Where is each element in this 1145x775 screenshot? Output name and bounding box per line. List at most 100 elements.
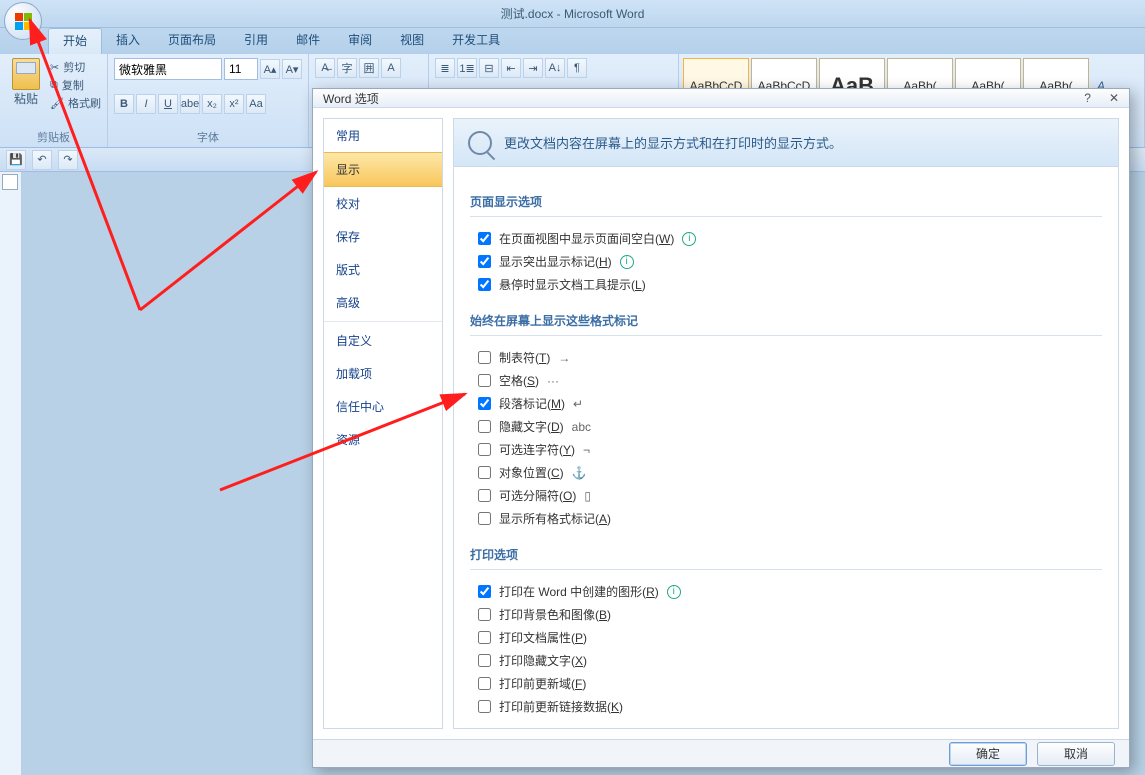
tab-developer[interactable]: 开发工具 bbox=[438, 28, 514, 54]
clear-format-button[interactable]: A̶ bbox=[315, 58, 335, 78]
change-case-button[interactable]: Aa bbox=[246, 94, 266, 114]
tab-mail[interactable]: 邮件 bbox=[282, 28, 334, 54]
bold-button[interactable]: B bbox=[114, 94, 134, 114]
bullets-button[interactable]: ≣ bbox=[435, 58, 455, 78]
grow-font-button[interactable]: A▴ bbox=[260, 59, 280, 79]
nav-layout[interactable]: 版式 bbox=[324, 253, 442, 286]
option-checkbox[interactable] bbox=[478, 420, 491, 433]
option-checkbox[interactable] bbox=[478, 489, 491, 502]
shrink-font-button[interactable]: A▾ bbox=[282, 59, 302, 79]
option-checkbox[interactable] bbox=[478, 232, 491, 245]
option-checkbox[interactable] bbox=[478, 351, 491, 364]
tab-insert[interactable]: 插入 bbox=[102, 28, 154, 54]
option-checkbox[interactable] bbox=[478, 677, 491, 690]
option-checkbox[interactable] bbox=[478, 255, 491, 268]
vertical-ruler bbox=[0, 172, 22, 775]
info-icon[interactable]: i bbox=[667, 585, 681, 599]
nav-display[interactable]: 显示 bbox=[324, 152, 442, 187]
undo-button[interactable]: ↶ bbox=[32, 150, 52, 170]
dialog-title: Word 选项 bbox=[323, 90, 379, 107]
char-border-button[interactable]: A bbox=[381, 58, 401, 78]
option-label: 打印背景色和图像(B) bbox=[499, 606, 611, 623]
cancel-button[interactable]: 取消 bbox=[1037, 742, 1115, 766]
paste-button[interactable]: 粘贴 bbox=[6, 58, 46, 112]
nav-save[interactable]: 保存 bbox=[324, 220, 442, 253]
office-button[interactable] bbox=[4, 2, 42, 40]
show-marks-button[interactable]: ¶ bbox=[567, 58, 587, 78]
option-checkbox[interactable] bbox=[478, 585, 491, 598]
option-checkbox[interactable] bbox=[478, 397, 491, 410]
clipboard-group-label: 剪贴板 bbox=[6, 129, 101, 145]
sort-button[interactable]: A↓ bbox=[545, 58, 565, 78]
option-label: 打印前更新链接数据(K) bbox=[499, 698, 623, 715]
option-label: 对象位置(C) bbox=[499, 464, 564, 481]
decrease-indent-button[interactable]: ⇤ bbox=[501, 58, 521, 78]
nav-general[interactable]: 常用 bbox=[324, 119, 442, 152]
increase-indent-button[interactable]: ⇥ bbox=[523, 58, 543, 78]
font-size-select[interactable] bbox=[224, 58, 258, 80]
info-icon[interactable]: i bbox=[682, 232, 696, 246]
enclose-button[interactable]: 囲 bbox=[359, 58, 379, 78]
underline-button[interactable]: U bbox=[158, 94, 178, 114]
dialog-title-bar[interactable]: Word 选项 ? ✕ bbox=[313, 89, 1129, 108]
scissors-icon: ✂ bbox=[50, 61, 59, 74]
option-row: 可选分隔符(O)▯ bbox=[470, 484, 1102, 507]
nav-customize[interactable]: 自定义 bbox=[324, 324, 442, 357]
phonetic-button[interactable]: 字 bbox=[337, 58, 357, 78]
option-row: 制表符(T)→ bbox=[470, 346, 1102, 369]
nav-proofing[interactable]: 校对 bbox=[324, 187, 442, 220]
numbering-button[interactable]: 1≣ bbox=[457, 58, 477, 78]
nav-addins[interactable]: 加载项 bbox=[324, 357, 442, 390]
option-label: 显示所有格式标记(A) bbox=[499, 510, 611, 527]
redo-button[interactable]: ↷ bbox=[58, 150, 78, 170]
paste-icon bbox=[12, 58, 40, 90]
option-label: 制表符(T) bbox=[499, 349, 550, 366]
save-button[interactable]: 💾 bbox=[6, 150, 26, 170]
option-checkbox[interactable] bbox=[478, 631, 491, 644]
ribbon-tabs: 开始 插入 页面布局 引用 邮件 审阅 视图 开发工具 bbox=[0, 28, 1145, 54]
option-label: 悬停时显示文档工具提示(L) bbox=[499, 276, 646, 293]
tab-home[interactable]: 开始 bbox=[48, 28, 102, 54]
nav-trust[interactable]: 信任中心 bbox=[324, 390, 442, 423]
ok-button[interactable]: 确定 bbox=[949, 742, 1027, 766]
option-row: 打印前更新链接数据(K) bbox=[470, 695, 1102, 718]
option-checkbox[interactable] bbox=[478, 278, 491, 291]
option-row: 段落标记(M)↵ bbox=[470, 392, 1102, 415]
option-checkbox[interactable] bbox=[478, 654, 491, 667]
superscript-button[interactable]: x² bbox=[224, 94, 244, 114]
tab-references[interactable]: 引用 bbox=[230, 28, 282, 54]
tab-view[interactable]: 视图 bbox=[386, 28, 438, 54]
help-icon[interactable]: ? bbox=[1084, 91, 1091, 105]
ruler-corner-button[interactable] bbox=[2, 174, 18, 190]
tab-layout[interactable]: 页面布局 bbox=[154, 28, 230, 54]
option-checkbox[interactable] bbox=[478, 512, 491, 525]
section-page-display: 页面显示选项 bbox=[470, 185, 1102, 217]
format-symbol: ¬ bbox=[583, 443, 643, 457]
font-name-select[interactable] bbox=[114, 58, 222, 80]
options-headline: 更改文档内容在屏幕上的显示方式和在打印时的显示方式。 bbox=[504, 133, 842, 152]
tab-review[interactable]: 审阅 bbox=[334, 28, 386, 54]
option-label: 打印在 Word 中创建的图形(R) bbox=[499, 583, 659, 600]
close-icon[interactable]: ✕ bbox=[1109, 91, 1119, 105]
option-checkbox[interactable] bbox=[478, 443, 491, 456]
format-symbol: abc bbox=[572, 420, 632, 434]
option-row: 打印背景色和图像(B) bbox=[470, 603, 1102, 626]
cut-button[interactable]: ✂剪切 bbox=[50, 58, 101, 76]
italic-button[interactable]: I bbox=[136, 94, 156, 114]
options-scroll[interactable]: 页面显示选项 在页面视图中显示页面间空白(W)i显示突出显示标记(H)i悬停时显… bbox=[454, 167, 1118, 728]
option-checkbox[interactable] bbox=[478, 466, 491, 479]
option-checkbox[interactable] bbox=[478, 608, 491, 621]
option-checkbox[interactable] bbox=[478, 374, 491, 387]
multilevel-button[interactable]: ⊟ bbox=[479, 58, 499, 78]
nav-advanced[interactable]: 高级 bbox=[324, 286, 442, 319]
copy-button[interactable]: ⧉复制 bbox=[50, 76, 101, 94]
format-symbol: ▯ bbox=[584, 489, 644, 503]
option-checkbox[interactable] bbox=[478, 700, 491, 713]
info-icon[interactable]: i bbox=[620, 255, 634, 269]
format-symbol: ⚓ bbox=[572, 466, 632, 480]
subscript-button[interactable]: x₂ bbox=[202, 94, 222, 114]
format-painter-button[interactable]: 🖌格式刷 bbox=[50, 94, 101, 112]
nav-resources[interactable]: 资源 bbox=[324, 423, 442, 456]
option-row: 打印隐藏文字(X) bbox=[470, 649, 1102, 672]
strike-button[interactable]: abe bbox=[180, 94, 200, 114]
